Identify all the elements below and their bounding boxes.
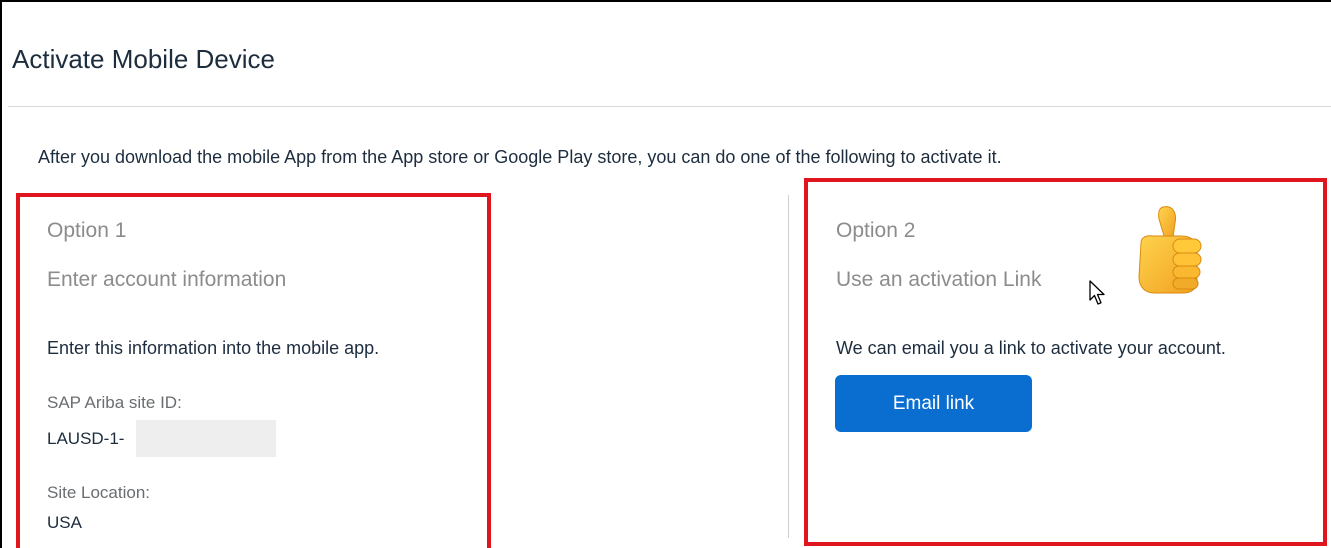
title-divider bbox=[8, 106, 1331, 107]
site-id-label: SAP Ariba site ID: bbox=[47, 393, 182, 412]
site-location-value: USA bbox=[47, 513, 82, 532]
column-divider bbox=[788, 195, 789, 538]
site-location-label: Site Location: bbox=[47, 483, 151, 502]
option2-number: Option 2 bbox=[836, 219, 916, 242]
option1-number: Option 1 bbox=[47, 219, 127, 242]
page-title: Activate Mobile Device bbox=[12, 44, 275, 74]
option2-description: We can email you a link to activate your… bbox=[836, 338, 1226, 358]
intro-text: After you download the mobile App from t… bbox=[38, 147, 1002, 167]
email-link-button[interactable]: Email link bbox=[835, 375, 1032, 432]
thumbs-up-emoji-icon bbox=[1138, 206, 1202, 294]
option1-heading: Enter account information bbox=[47, 268, 287, 291]
option1-instruction: Enter this information into the mobile a… bbox=[47, 338, 380, 358]
option2-heading: Use an activation Link bbox=[836, 268, 1042, 291]
mouse-cursor-icon bbox=[1089, 280, 1105, 305]
site-id-value: LAUSD-1- bbox=[47, 429, 125, 448]
redacted-site-id bbox=[136, 420, 276, 457]
